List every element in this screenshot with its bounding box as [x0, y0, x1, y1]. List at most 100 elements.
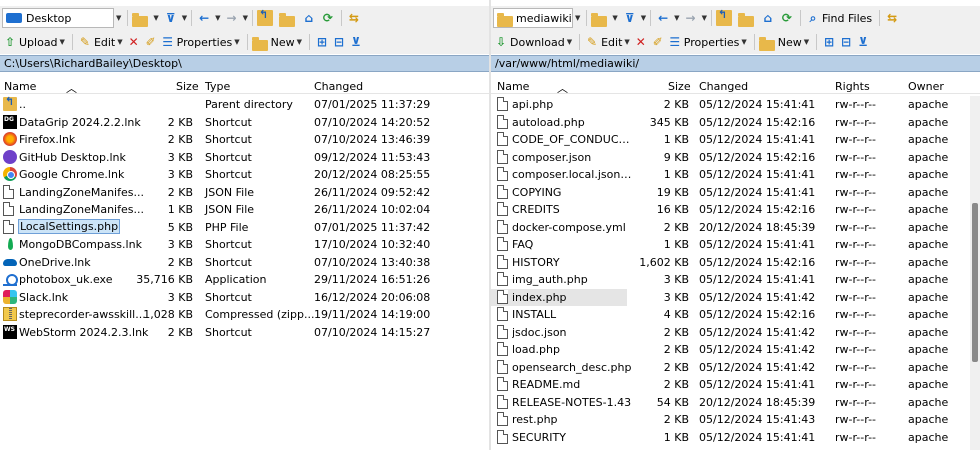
chevron-down-icon[interactable]: ▼ — [182, 14, 187, 22]
chevron-down-icon[interactable]: ▼ — [641, 14, 646, 22]
file-row[interactable]: Firefox.lnk 2 KB Shortcut 07/10/2024 13:46:… — [0, 131, 489, 149]
chevron-down-icon[interactable]: ▼ — [612, 14, 617, 22]
column-size[interactable]: Size — [176, 80, 199, 93]
chevron-down-icon[interactable]: ▼ — [741, 38, 746, 46]
file-row[interactable]: GitHub Desktop.lnk 3 KB Shortcut 09/12/2024… — [0, 149, 489, 167]
deselect-icon[interactable]: ⊟ — [331, 34, 347, 50]
file-row[interactable]: LandingZoneManifes... 1 KB JSON File 26/11/… — [0, 201, 489, 219]
file-row[interactable]: .. Parent directory 07/01/2025 11:37:29 — [0, 95, 489, 114]
new-button[interactable]: New ▼ — [758, 32, 809, 52]
rename-icon[interactable]: ✐ — [650, 34, 666, 50]
column-size[interactable]: Size — [668, 80, 691, 93]
parent-directory-icon[interactable] — [715, 8, 732, 26]
column-changed[interactable]: Changed — [699, 80, 748, 93]
back-arrow-icon[interactable]: ← — [196, 10, 212, 26]
file-row[interactable]: RELEASE-NOTES-1.43 54 KB 20/12/2024 18:45:… — [491, 394, 980, 412]
column-changed[interactable]: Changed — [314, 80, 363, 93]
column-rights[interactable]: Rights — [835, 80, 870, 93]
delete-icon[interactable]: ✕ — [633, 34, 649, 50]
chevron-down-icon[interactable]: ▼ — [153, 14, 158, 22]
column-owner[interactable]: Owner — [908, 80, 944, 93]
home-icon[interactable]: ⌂ — [760, 10, 776, 26]
chevron-down-icon[interactable]: ▼ — [702, 14, 707, 22]
remote-scrollbar[interactable] — [970, 96, 980, 450]
file-row[interactable]: INSTALL 4 KB 05/12/2024 15:42:16 rw-r--r-- a… — [491, 306, 980, 324]
file-row[interactable]: docker-compose.yml 2 KB 20/12/2024 18:45:3… — [491, 219, 980, 237]
file-row[interactable]: MongoDBCompass.lnk 3 KB Shortcut 17/10/2024… — [0, 236, 489, 254]
chevron-down-icon[interactable]: ▼ — [60, 38, 65, 46]
file-row[interactable]: CREDITS 16 KB 05/12/2024 15:42:16 rw-r--r--… — [491, 201, 980, 219]
file-row[interactable]: COPYING 19 KB 05/12/2024 15:41:41 rw-r--r--… — [491, 184, 980, 202]
file-row[interactable]: steprecorder-awsskill... 1,028 KB Compress… — [0, 306, 489, 324]
file-row[interactable]: CODE_OF_CONDUCT... 1 KB 05/12/2024 15:41:4… — [491, 131, 980, 149]
file-row[interactable]: index.php 3 KB 05/12/2024 15:41:42 rw-r--r-… — [491, 288, 948, 306]
file-row[interactable]: photobox_uk.exe 35,716 KB Application 29/11… — [0, 271, 489, 289]
forward-arrow-icon[interactable]: → — [683, 10, 699, 26]
local-drive-select[interactable]: Desktop — [2, 8, 114, 28]
chevron-down-icon[interactable]: ▼ — [674, 14, 679, 22]
file-row[interactable]: WebStorm 2024.2.3.lnk 2 KB Shortcut 07/10/2… — [0, 324, 489, 342]
file-row[interactable]: rest.php 2 KB 05/12/2024 15:41:43 rw-r--r--… — [491, 411, 980, 429]
column-type[interactable]: Type — [205, 80, 230, 93]
file-row[interactable]: jsdoc.json 2 KB 05/12/2024 15:41:42 rw-r--r… — [491, 324, 980, 342]
delete-icon[interactable]: ✕ — [126, 34, 142, 50]
file-row[interactable]: opensearch_desc.php 2 KB 05/12/2024 15:41:… — [491, 359, 980, 377]
open-folder-icon[interactable] — [591, 12, 608, 27]
file-row[interactable]: DataGrip 2024.2.2.lnk 2 KB Shortcut 07/10/2… — [0, 114, 489, 132]
file-row[interactable]: composer.json 9 KB 05/12/2024 15:42:16 rw-r… — [491, 149, 980, 167]
chevron-down-icon[interactable]: ▼ — [117, 38, 122, 46]
chevron-down-icon[interactable]: ▼ — [567, 38, 572, 46]
file-row[interactable]: FAQ 1 KB 05/12/2024 15:41:41 rw-r--r-- apach… — [491, 236, 980, 254]
properties-button[interactable]: ☰ Properties ▼ — [667, 32, 746, 52]
filter-icon[interactable]: ⊽ — [622, 10, 638, 26]
column-name[interactable]: Name — [497, 80, 529, 93]
parent-directory-icon[interactable] — [256, 8, 273, 26]
filter-select-icon[interactable]: ⊻ — [348, 34, 364, 50]
refresh-icon[interactable]: ⟳ — [779, 10, 795, 26]
file-row[interactable]: OneDrive.lnk 2 KB Shortcut 07/10/2024 13:40… — [0, 254, 489, 272]
file-row[interactable]: LandingZoneManifes... 2 KB JSON File 26/11/… — [0, 184, 489, 202]
column-name[interactable]: Name — [4, 80, 36, 93]
download-button[interactable]: ⇩ Download ▼ — [493, 32, 572, 52]
upload-button[interactable]: ⇧ Upload ▼ — [2, 32, 65, 52]
back-arrow-icon[interactable]: ← — [655, 10, 671, 26]
chevron-down-icon[interactable]: ▼ — [215, 14, 220, 22]
local-path-bar[interactable]: C:\Users\RichardBailey\Desktop\ — [0, 55, 489, 72]
rename-icon[interactable]: ✐ — [143, 34, 159, 50]
sync-browsing-icon[interactable]: ⇆ — [884, 10, 900, 26]
chevron-down-icon[interactable]: ▼ — [116, 14, 121, 22]
file-row[interactable]: Google Chrome.lnk 3 KB Shortcut 20/12/2024 … — [0, 166, 489, 184]
new-button[interactable]: New ▼ — [251, 32, 302, 52]
root-directory-icon[interactable] — [278, 12, 295, 27]
chevron-down-icon[interactable]: ▼ — [575, 14, 580, 22]
properties-button[interactable]: ☰ Properties ▼ — [160, 32, 239, 52]
refresh-icon[interactable]: ⟳ — [320, 10, 336, 26]
file-row[interactable]: HISTORY 1,602 KB 05/12/2024 15:42:16 rw-r--… — [491, 254, 980, 272]
find-files-button[interactable]: ⌕ Find Files — [805, 8, 873, 28]
scrollbar-thumb[interactable] — [972, 203, 978, 363]
chevron-down-icon[interactable]: ▼ — [243, 14, 248, 22]
edit-button[interactable]: ✎ Edit ▼ — [77, 32, 123, 52]
forward-arrow-icon[interactable]: → — [224, 10, 240, 26]
filter-select-icon[interactable]: ⊻ — [855, 34, 871, 50]
chevron-down-icon[interactable]: ▼ — [624, 38, 629, 46]
file-row[interactable]: README.md 2 KB 05/12/2024 15:41:41 rw-r--r-… — [491, 376, 980, 394]
chevron-down-icon[interactable]: ▼ — [297, 38, 302, 46]
select-all-icon[interactable]: ⊞ — [821, 34, 837, 50]
edit-button[interactable]: ✎ Edit ▼ — [584, 32, 630, 52]
file-row[interactable]: autoload.php 345 KB 05/12/2024 15:42:16 rw-… — [491, 114, 980, 132]
root-directory-icon[interactable] — [737, 12, 754, 27]
file-row[interactable]: Slack.lnk 3 KB Shortcut 16/12/2024 20:06:08 — [0, 289, 489, 307]
chevron-down-icon[interactable]: ▼ — [234, 38, 239, 46]
home-icon[interactable]: ⌂ — [301, 10, 317, 26]
chevron-down-icon[interactable]: ▼ — [804, 38, 809, 46]
file-row[interactable]: SECURITY 1 KB 05/12/2024 15:41:41 rw-r--r--… — [491, 429, 980, 447]
file-row[interactable]: composer.local.json-... 1 KB 05/12/2024 15… — [491, 166, 980, 184]
file-row[interactable]: LocalSettings.php 5 KB PHP File 07/01/2025 … — [0, 218, 489, 237]
sync-browsing-icon[interactable]: ⇆ — [346, 10, 362, 26]
deselect-icon[interactable]: ⊟ — [838, 34, 854, 50]
remote-path-bar[interactable]: /var/www/html/mediawiki/ — [491, 55, 980, 72]
remote-directory-select[interactable]: mediawiki — [493, 8, 573, 28]
file-row[interactable]: load.php 2 KB 05/12/2024 15:41:42 rw-r--r--… — [491, 341, 980, 359]
open-folder-icon[interactable] — [132, 12, 149, 27]
